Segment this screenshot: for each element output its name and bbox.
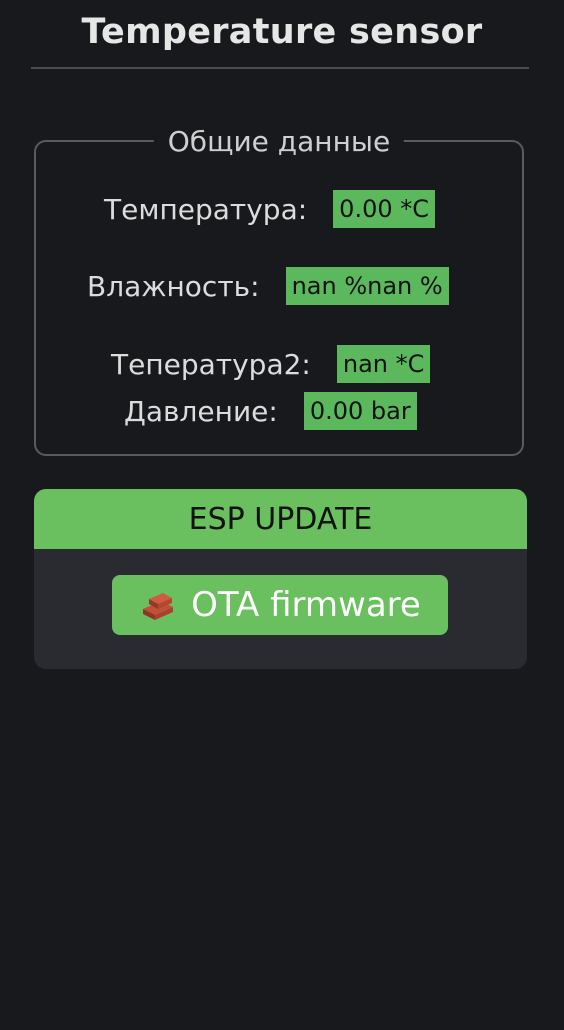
humidity-label: Влажность: (87, 269, 260, 303)
pressure-row: Давление: 0.00 bar (124, 392, 417, 430)
pressure-value: 0.00 bar (303, 392, 417, 430)
humidity-value: nan %nan % (285, 267, 449, 305)
ota-firmware-label: OTA firmware (191, 585, 421, 625)
general-data-legend: Общие данные (153, 125, 405, 158)
humidity-row: Влажность: nan %nan % (87, 267, 449, 305)
temperature-label: Температура: (104, 192, 308, 226)
page: Temperature sensor Общие данные Температ… (0, 0, 564, 1030)
esp-update-card: ESP UPDATE OTA firmware (34, 489, 527, 669)
temperature2-label: Тепература2: (111, 347, 311, 381)
page-title: Temperature sensor (81, 12, 483, 52)
temperature2-row: Тепература2: nan *C (111, 345, 431, 383)
esp-update-header: ESP UPDATE (34, 489, 527, 549)
pressure-label: Давление: (124, 394, 278, 428)
title-divider (31, 67, 529, 69)
temperature-row: Температура: 0.00 *C (104, 190, 435, 228)
temperature2-value: nan *C (336, 345, 431, 383)
temperature-value: 0.00 *C (333, 190, 435, 228)
ota-firmware-button[interactable]: OTA firmware (112, 575, 448, 635)
bricks-icon (143, 593, 174, 620)
